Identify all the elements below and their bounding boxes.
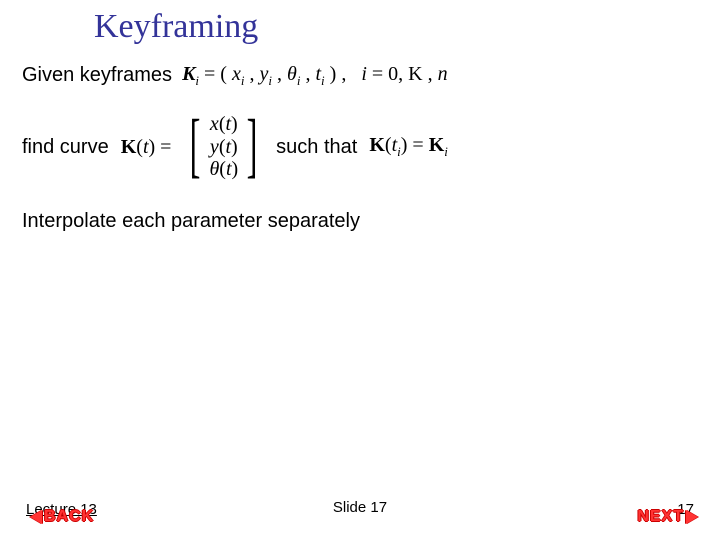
text-findcurve: find curve xyxy=(22,135,109,159)
text-suchthat: such that xyxy=(276,135,357,159)
footer: Lecture 13 17 xyxy=(0,501,720,518)
bracket-left-icon: [ xyxy=(190,109,201,181)
math-keyframe-def: Ki = ( xi , yi , θi , ti ) , i = 0, K , … xyxy=(182,62,448,89)
row-interpolate: Interpolate each parameter separately xyxy=(22,209,698,233)
next-label: Next xyxy=(637,508,684,526)
bracket-right-icon: ] xyxy=(247,109,258,181)
vec-row: y(t) xyxy=(209,136,238,158)
math-constraint: K(ti) = Ki xyxy=(369,133,448,160)
vec-row: x(t) xyxy=(209,113,238,135)
row-given: Given keyframes Ki = ( xi , yi , θi , ti… xyxy=(22,62,698,89)
arrow-right-icon xyxy=(686,510,698,524)
next-button[interactable]: Next xyxy=(637,508,698,526)
back-button[interactable]: Back xyxy=(30,508,94,526)
text-interpolate: Interpolate each parameter separately xyxy=(22,210,360,232)
text-given: Given keyframes xyxy=(22,63,172,87)
row-findcurve: find curve K(t) = [ x(t) y(t) θ(t) ] suc… xyxy=(22,111,698,183)
arrow-left-icon xyxy=(30,510,42,524)
vec-row: θ(t) xyxy=(209,158,238,180)
math-k-of-t-lhs: K(t) = xyxy=(121,135,172,159)
back-label: Back xyxy=(44,508,94,526)
slide-body: Given keyframes Ki = ( xi , yi , θi , ti… xyxy=(22,62,698,233)
math-vector: [ x(t) y(t) θ(t) ] xyxy=(183,111,264,183)
slide: Keyframing Given keyframes Ki = ( xi , y… xyxy=(0,0,720,540)
slide-title: Keyframing xyxy=(94,8,258,46)
